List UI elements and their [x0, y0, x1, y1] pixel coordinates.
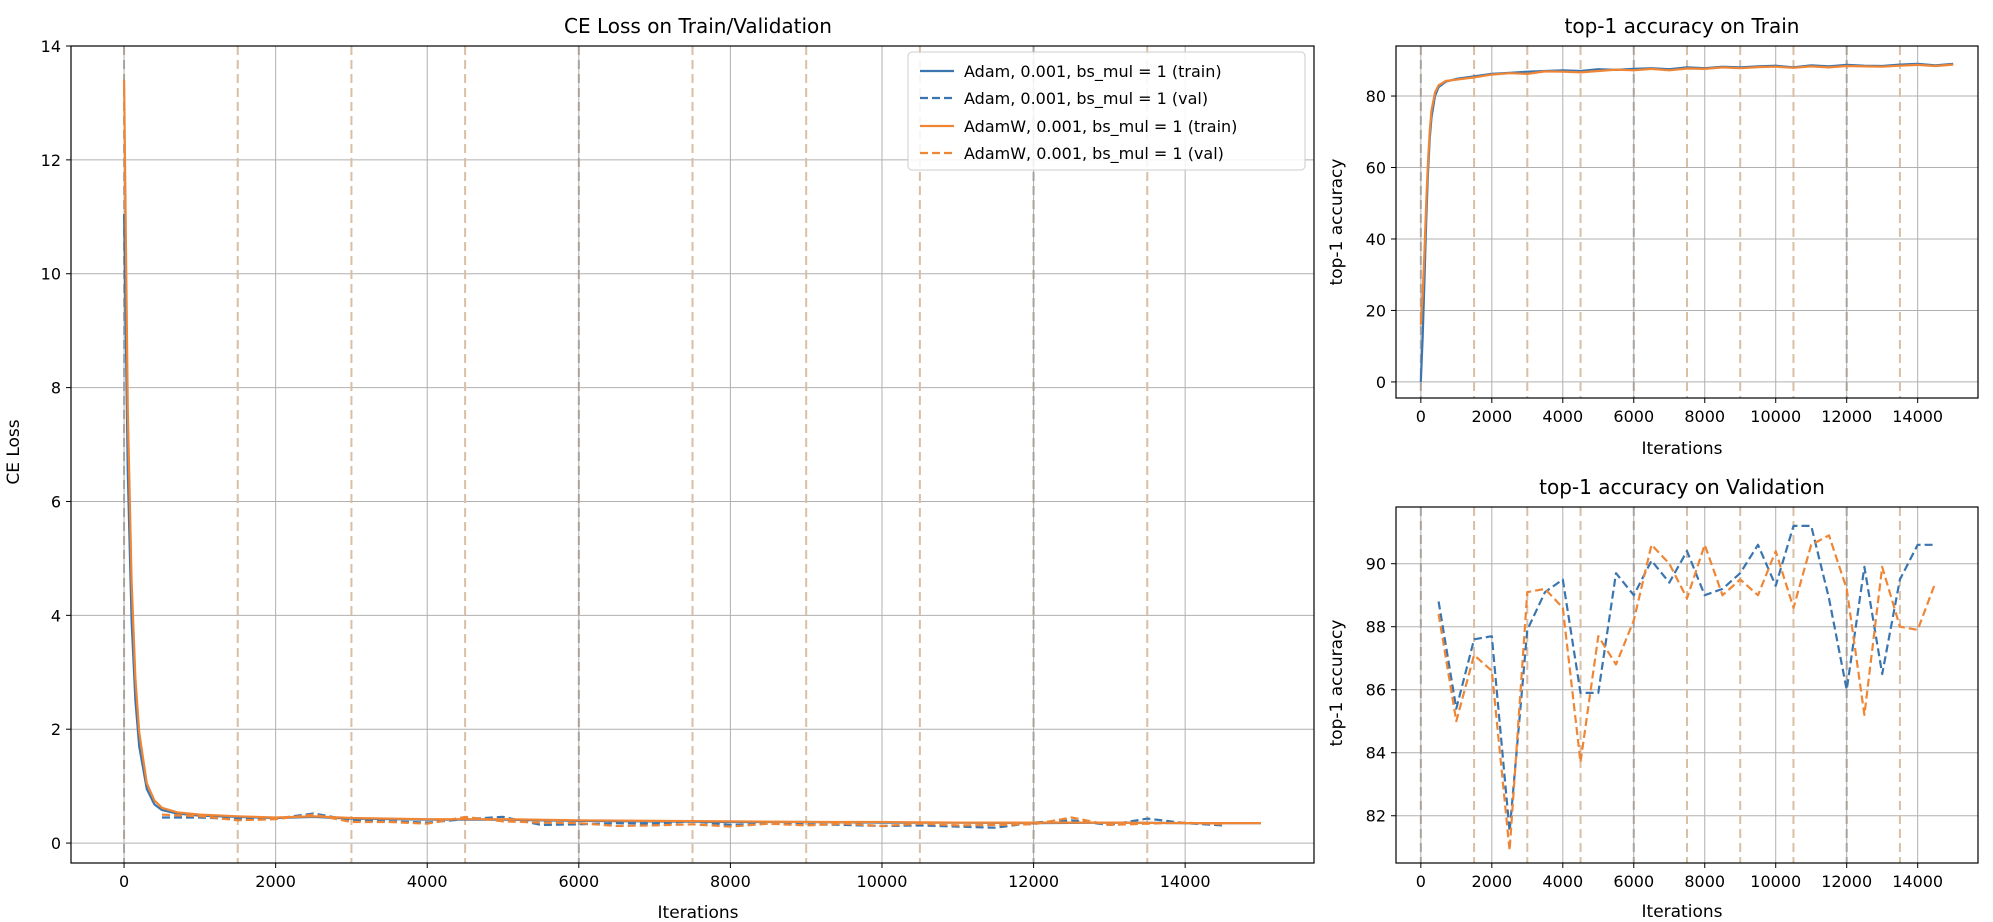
train-accuracy-xtick-label: 8000	[1684, 407, 1725, 426]
train-accuracy-xtick-label: 14000	[1892, 407, 1943, 426]
legend-label-adam-train: Adam, 0.001, bs_mul = 1 (train)	[964, 62, 1222, 82]
ce-loss-xtick-label: 0	[119, 872, 129, 891]
val-accuracy-ytick-label: 88	[1366, 618, 1386, 637]
ce-loss-title: CE Loss on Train/Validation	[564, 14, 832, 38]
train-accuracy-xlabel: Iterations	[1642, 439, 1723, 459]
ce-loss-xtick-label: 6000	[558, 872, 599, 891]
train-accuracy-xtick-label: 6000	[1613, 407, 1654, 426]
ce-loss-xtick-label: 4000	[407, 872, 448, 891]
train-accuracy-xtick-label: 2000	[1471, 407, 1512, 426]
figure: CE Loss on Train/Validation Iterations C…	[0, 0, 1993, 922]
train-accuracy-ytick-label: 40	[1366, 230, 1386, 249]
train-accuracy-ytick-label: 0	[1376, 373, 1386, 392]
val-accuracy-xtick-label: 2000	[1471, 872, 1512, 891]
val-accuracy-ylabel: top-1 accuracy	[1327, 620, 1347, 747]
val-accuracy-ytick-label: 86	[1366, 681, 1386, 700]
train-accuracy-xtick-label: 0	[1416, 407, 1426, 426]
train-accuracy-ytick-label: 60	[1366, 159, 1386, 178]
val-accuracy-xtick-label: 10000	[1750, 872, 1801, 891]
ce-loss-xtick-label: 8000	[710, 872, 751, 891]
ce-loss-legend: Adam, 0.001, bs_mul = 1 (train) Adam, 0.…	[907, 51, 1306, 171]
val-accuracy-xtick-label: 8000	[1684, 872, 1725, 891]
train-accuracy-ytick-label: 20	[1366, 301, 1386, 320]
val-accuracy-ytick-label: 90	[1366, 555, 1386, 574]
ce-loss-ylabel: CE Loss	[4, 419, 24, 484]
train-accuracy-title: top-1 accuracy on Train	[1565, 14, 1800, 38]
ce-loss-xtick-label: 2000	[255, 872, 296, 891]
ce-loss-ytick-label: 14	[41, 37, 61, 56]
ce-loss-ytick-label: 6	[51, 492, 61, 511]
ce-loss-xtick-label: 14000	[1160, 872, 1211, 891]
val-accuracy-xlabel: Iterations	[1642, 902, 1723, 922]
ce-loss-ytick-label: 10	[41, 265, 61, 284]
legend-label-adamw-val: AdamW, 0.001, bs_mul = 1 (val)	[964, 144, 1224, 164]
ce-loss-ytick-label: 8	[51, 379, 61, 398]
train-accuracy-ylabel: top-1 accuracy	[1327, 159, 1347, 286]
val-accuracy-xtick-label: 14000	[1892, 872, 1943, 891]
ce-loss-ytick-label: 4	[51, 606, 61, 625]
train-accuracy-xtick-label: 12000	[1821, 407, 1872, 426]
val-accuracy-xtick-label: 12000	[1821, 872, 1872, 891]
ce-loss-ytick-label: 12	[41, 151, 61, 170]
train-accuracy-xtick-label: 4000	[1542, 407, 1583, 426]
val-accuracy-ytick-label: 82	[1366, 807, 1386, 826]
ce-loss-ytick-label: 2	[51, 720, 61, 739]
ce-loss-xtick-label: 12000	[1008, 872, 1059, 891]
legend-label-adam-val: Adam, 0.001, bs_mul = 1 (val)	[964, 89, 1208, 109]
ce-loss-ytick-label: 0	[51, 834, 61, 853]
train-accuracy-xtick-label: 10000	[1750, 407, 1801, 426]
val-accuracy-xtick-label: 0	[1416, 872, 1426, 891]
legend-label-adamw-train: AdamW, 0.001, bs_mul = 1 (train)	[964, 117, 1237, 137]
ce-loss-xtick-label: 10000	[857, 872, 908, 891]
val-accuracy-xtick-label: 6000	[1613, 872, 1654, 891]
train-accuracy-ytick-label: 80	[1366, 87, 1386, 106]
ce-loss-xlabel: Iterations	[658, 903, 739, 922]
val-accuracy-ytick-label: 84	[1366, 744, 1386, 763]
val-accuracy-xtick-label: 4000	[1542, 872, 1583, 891]
val-accuracy-title: top-1 accuracy on Validation	[1539, 475, 1825, 499]
